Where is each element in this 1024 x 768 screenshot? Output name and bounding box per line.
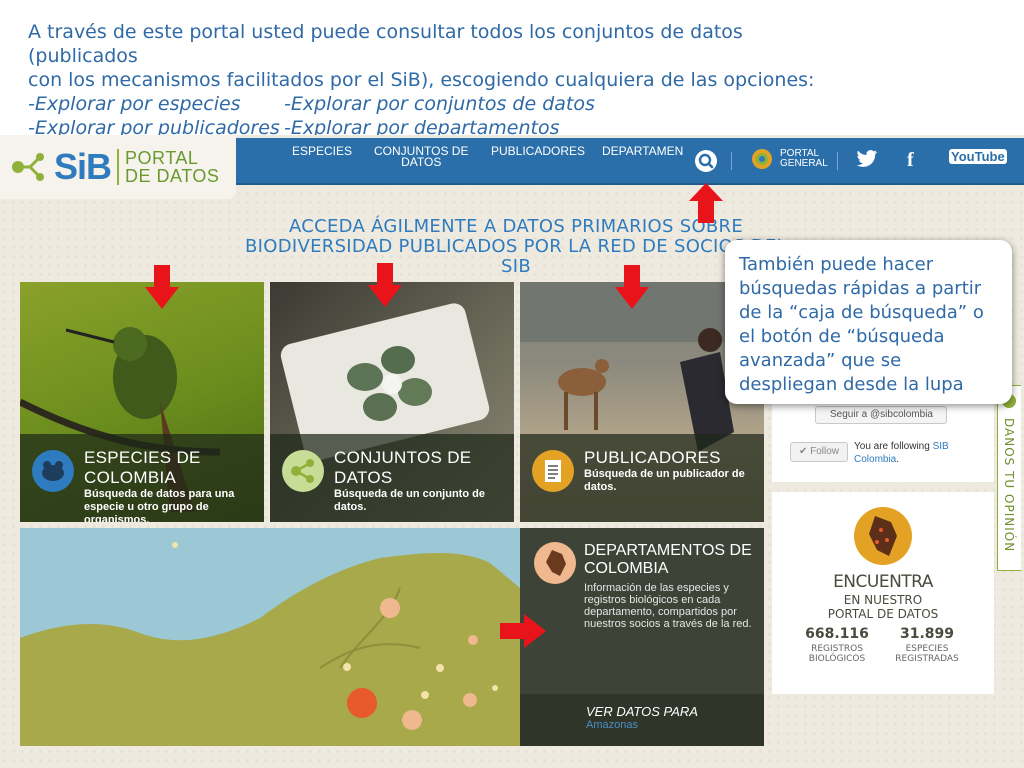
ver-datos-label: VER DATOS PARA [586,704,698,719]
stat-especies: 31.899 ESPECIES REGISTRADAS [895,626,959,664]
tile-title: ESPECIES DE COLOMBIA [84,448,201,487]
encuentra-title: ENCUENTRA [833,572,933,592]
feedback-label: DANOS TU OPINIÓN [1002,418,1016,553]
arrow-up-icon [689,183,723,223]
tile-title: CONJUNTOS DE DATOS [334,448,472,487]
follow-button[interactable]: ✔ Follow [790,442,848,462]
tile-description: Búsqueda de un conjunto de datos. [334,488,485,513]
departamentos-description: Información de las especies y registros … [584,582,752,630]
colombia-map-icon [854,507,912,565]
intro-line-1: A través de este portal usted puede cons… [28,21,743,67]
tile-conjuntos[interactable]: CONJUNTOS DE DATOS Búsqueda de un conjun… [270,282,514,522]
stat-registros: 668.116 REGISTROS BIOLÓGICOS [805,626,869,664]
arrow-right-icon [500,614,546,648]
portal-general-icon [752,149,772,169]
twitter-icon[interactable] [856,149,878,174]
youtube-icon[interactable]: YouTube [949,149,1007,164]
frog-icon [32,450,74,492]
departamentos-title: DEPARTAMENTOS DE COLOMBIA [584,542,752,577]
search-icon [698,153,714,169]
arrow-down-icon [368,263,402,307]
dataset-icon [282,450,324,492]
sib-logo[interactable]: SiB PORTAL DE DATOS [0,135,236,199]
nav-conjuntos[interactable]: CONJUNTOS DE DATOS [374,145,468,168]
nav-divider [731,152,732,170]
top-navigation: ESPECIES CONJUNTOS DE DATOS PUBLICADORES … [236,138,1024,185]
tile-title: PUBLICADORES [584,448,721,467]
portal-screenshot: SiB PORTAL DE DATOS ESPECIES CONJUNTOS DE… [0,135,1024,768]
twitter-widget: Seguir a @sibcolombia ✔ Follow You are f… [772,392,994,482]
document-icon [532,450,574,492]
following-status: You are following SIB Colombia. [854,441,949,465]
encuentra-subtitle: EN NUESTRO PORTAL DE DATOS [827,593,939,621]
arrow-down-icon [615,265,649,309]
option-conjuntos: -Explorar por conjuntos de datos [284,93,595,115]
nav-especies[interactable]: ESPECIES [292,145,352,157]
tile-caption: PUBLICADORES Búsqueda de un publicador d… [520,434,764,522]
intro-text: A través de este portal usted puede cons… [28,20,828,140]
nav-publicadores[interactable]: PUBLICADORES [491,145,585,157]
colombia-map-icon [534,542,576,584]
tile-especies[interactable]: ESPECIES DE COLOMBIA Búsqueda de datos p… [20,282,264,522]
colombia-map[interactable] [20,528,520,746]
sigue-sib-button[interactable]: Seguir a @sibcolombia [815,406,947,424]
facebook-icon[interactable]: f [907,149,914,172]
callout-box: También puede hacer búsquedas rápidas a … [725,240,1012,404]
tile-description: Búsqueda de datos para una especie u otr… [84,488,235,522]
intro-line-2: con los mecanismos facilitados por el Si… [28,69,815,91]
option-especies: -Explorar por especies [28,93,241,115]
encuentra-panel[interactable]: ENCUENTRA EN NUESTRO PORTAL DE DATOS 668.… [772,492,994,694]
departamentos-panel[interactable]: DEPARTAMENTOS DE COLOMBIA Información de … [520,528,764,746]
selected-department[interactable]: Amazonas [586,719,764,731]
nav-divider [837,152,838,170]
map-graphic [20,542,520,746]
nav-departamentos[interactable]: DEPARTAMEN [602,145,683,157]
tile-description: Búsqueda de un publicador de datos. [584,468,745,493]
page-headline: ACCEDA ÁGILMENTE A DATOS PRIMARIOS SOBRE… [244,216,788,277]
sib-network-icon [12,153,44,181]
feedback-tab[interactable]: DANOS TU OPINIÓN [997,385,1021,571]
ver-datos-bar[interactable]: VER DATOS PARA Amazonas [520,694,764,746]
logo-portal-text: PORTAL DE DATOS [125,148,220,186]
logo-sib-text: SiB [54,146,112,187]
portal-general-link[interactable]: PORTAL GENERAL [750,147,828,171]
logo-divider [117,149,120,185]
arrow-down-icon [145,265,179,309]
search-button[interactable] [695,150,717,172]
tile-caption: ESPECIES DE COLOMBIA Búsqueda de datos p… [20,434,264,522]
tile-caption: CONJUNTOS DE DATOS Búsqueda de un conjun… [270,434,514,522]
